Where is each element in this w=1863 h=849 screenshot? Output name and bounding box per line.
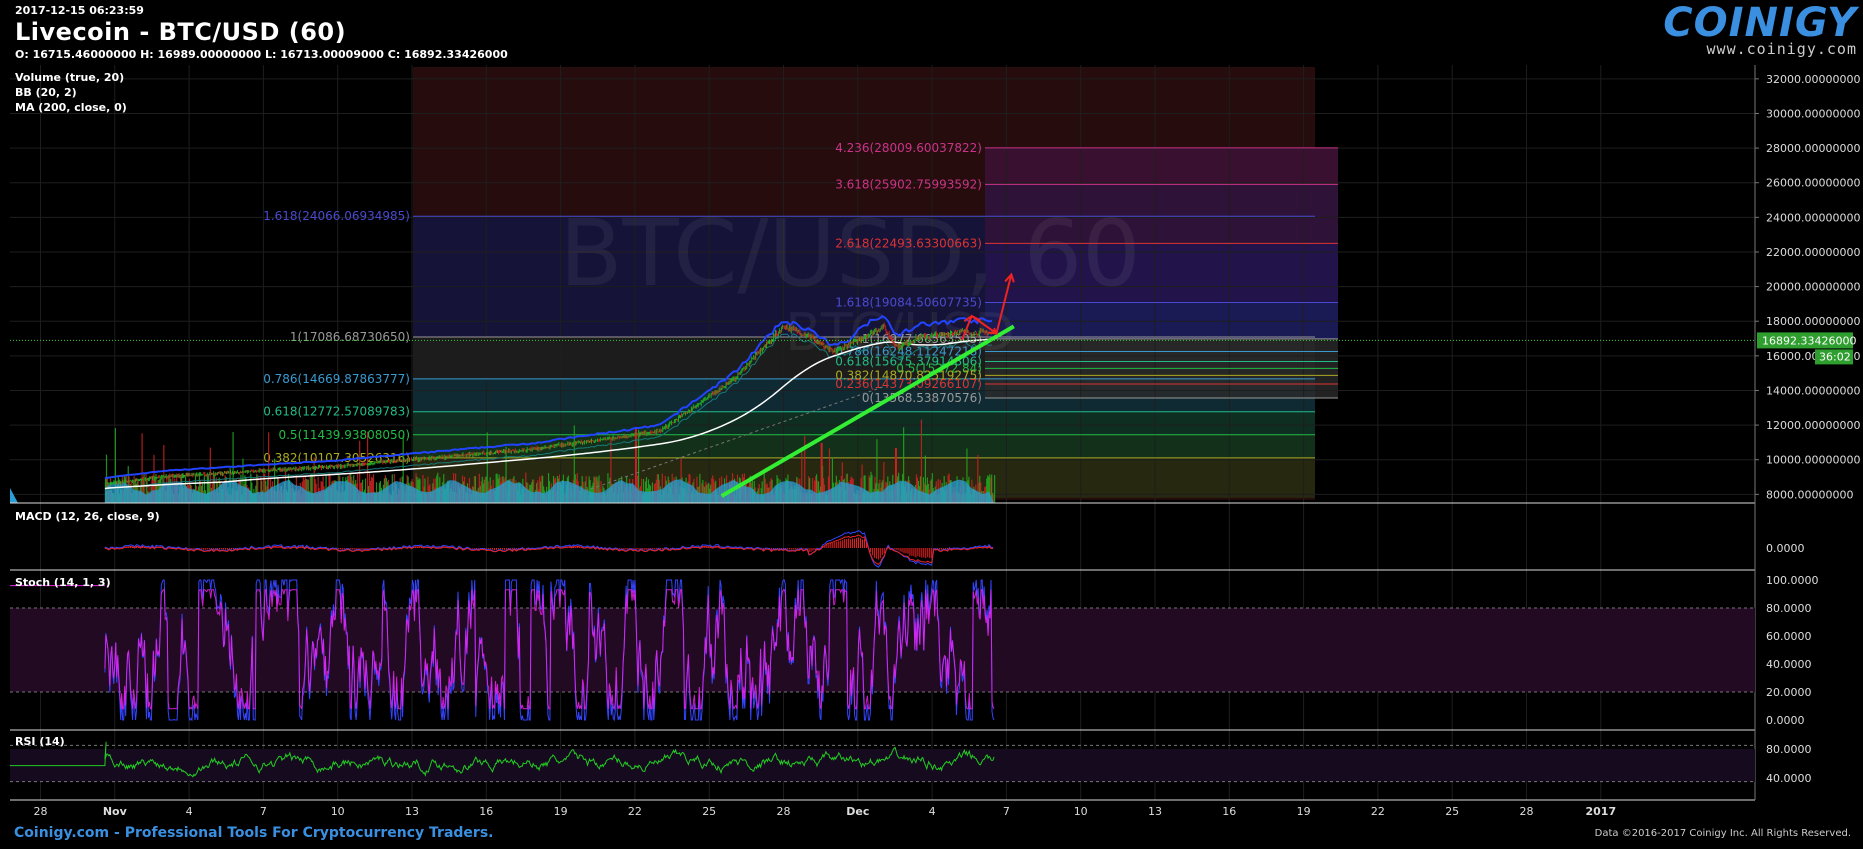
y-tick-label: 26000.00000000 [1766,177,1860,190]
macd-signal-line [104,534,994,565]
rsi-band [10,749,1755,782]
y-tick-label: 18000.00000000 [1766,315,1860,328]
indicator-bb-label[interactable]: BB (20, 2) [15,86,77,99]
y-tick-label: 28000.00000000 [1766,142,1860,155]
x-tick-label: Dec [846,805,869,818]
x-tick-label: 16 [1222,805,1236,818]
x-tick-label: 19 [554,805,568,818]
fib-right-label: 2.618(22493.63300663) [835,236,982,250]
volume-bar [994,475,996,503]
fib-right-label: 3.618(25902.75993592) [835,177,982,191]
stoch-y-tick: 100.0000 [1766,574,1819,587]
y-tick-label: 20000.00000000 [1766,281,1860,294]
fib-left-label: 0.786(14669.87863777) [263,372,410,386]
macd-series [104,530,994,568]
y-tick-label: 30000.00000000 [1766,107,1860,120]
x-tick-label: 19 [1297,805,1311,818]
x-tick-label: 7 [260,805,267,818]
ohlc-readout: O: 16715.46000000 H: 16989.00000000 L: 1… [15,48,508,61]
indicator-stoch-label[interactable]: Stoch (14, 1, 3) [15,576,111,589]
stoch-band [10,608,1755,692]
last-price-badge-text: 16892.33426000 [1762,334,1856,347]
indicator-rsi-label[interactable]: RSI (14) [15,735,65,748]
fib-left-zone-5 [413,434,1315,458]
x-tick-label: 10 [1074,805,1088,818]
footer-tagline[interactable]: Coinigy.com - Professional Tools For Cry… [14,825,493,841]
x-tick-label: 16 [479,805,493,818]
x-tick-label: 28 [777,805,791,818]
rsi-y-tick: 40.0000 [1766,772,1812,785]
x-tick-label: 28 [34,805,48,818]
fib-left-label: 1.618(24066.06934985) [263,209,410,223]
coinigy-logo[interactable]: COINIGY www.coinigy.com [1663,0,1857,58]
stoch-y-tick: 80.0000 [1766,602,1812,615]
stoch-y-tick: 20.0000 [1766,686,1812,699]
indicator-ma-label[interactable]: MA (200, close, 0) [15,101,127,114]
indicator-macd-label[interactable]: MACD (12, 26, close, 9) [15,510,160,523]
fib-right-zone-1618 [985,302,1338,339]
x-tick-label: 25 [702,805,716,818]
x-tick-label: 22 [1371,805,1385,818]
fib-right-zone-4236 [985,147,1338,185]
volume-start-area [10,488,18,503]
y-tick-label: 12000.00000000 [1766,419,1860,432]
fib-right-label: 1.618(19084.50607735) [835,295,982,309]
x-tick-label: 22 [628,805,642,818]
y-tick-label: 14000.00000000 [1766,384,1860,397]
y-tick-label: 22000.00000000 [1766,246,1860,259]
footer-copyright: Data ©2016-2017 Coinigy Inc. All Rights … [1594,828,1851,839]
x-tick-label: 13 [1148,805,1162,818]
y-tick-label: 10000.00000000 [1766,454,1860,467]
x-tick-label: 28 [1520,805,1534,818]
fib-left-label: 0.5(11439.93808050) [278,428,410,442]
page-title: Livecoin - BTC/USD (60) [15,18,347,46]
x-tick-label: 2017 [1585,805,1616,818]
y-tick-label: 24000.00000000 [1766,211,1860,224]
x-tick-label: 4 [186,805,193,818]
fib-left-label: 0.618(12772.57089783) [263,405,410,419]
fib-right-label: 4.236(28009.60037822) [835,141,982,155]
x-tick-label: 10 [331,805,345,818]
rsi-y-tick: 80.0000 [1766,743,1812,756]
x-tick-label: 25 [1445,805,1459,818]
x-tick-label: 7 [1003,805,1010,818]
x-tick-label: 4 [929,805,936,818]
stoch-y-tick: 40.0000 [1766,658,1812,671]
countdown-text: 36:02 [1819,350,1851,363]
stoch-y-tick: 60.0000 [1766,630,1812,643]
chart-canvas[interactable]: BTC/USD, 60BTC/USD1.618(24066.06934985)1… [0,0,1863,849]
indicator-volume-label[interactable]: Volume (true, 20) [15,71,124,84]
fib-left-label: 1(17086.68730650) [290,330,410,344]
x-tick-label: 13 [405,805,419,818]
y-tick-label: 32000.00000000 [1766,73,1860,86]
stoch-y-tick: 0.0000 [1766,714,1805,727]
macd-y-tick: 0.0000 [1766,542,1805,555]
x-tick-label: Nov [103,805,128,818]
timestamp: 2017-12-15 06:23:59 [15,4,144,17]
y-tick-label: 8000.00000000 [1766,488,1853,501]
